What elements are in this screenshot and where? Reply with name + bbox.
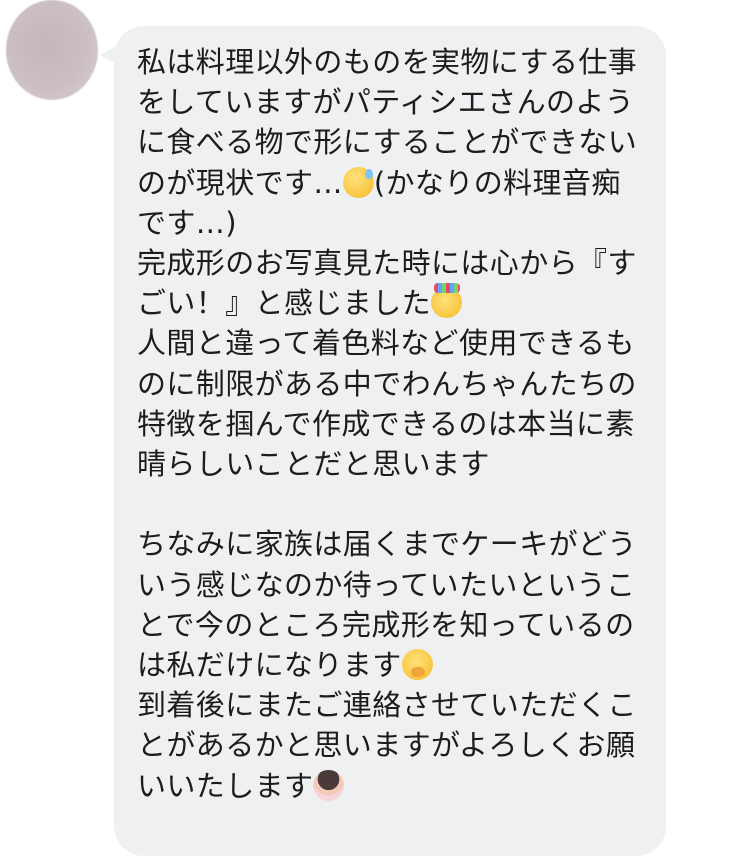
message-text-part-4: 到着後にまたご連絡させていただくことがあるかと思いますがよろしくお願いいたします (137, 688, 637, 803)
face-with-hand-over-mouth-emoji-icon (401, 649, 433, 681)
message-text: 私は料理以外のものを実物にする仕事をしていますがパティシエさんのように食べる物で… (137, 42, 647, 806)
partying-face-emoji-icon (431, 283, 463, 319)
person-bowing-emoji-icon (313, 769, 345, 801)
avatar[interactable] (6, 0, 98, 100)
message-bubble-tail (100, 46, 116, 64)
sweating-face-emoji-icon (342, 166, 374, 198)
message-text-part-3: 人間と違って着色料など使用できるものに制限がある中でわんちゃんたちの特徴を掴んで… (137, 326, 637, 683)
